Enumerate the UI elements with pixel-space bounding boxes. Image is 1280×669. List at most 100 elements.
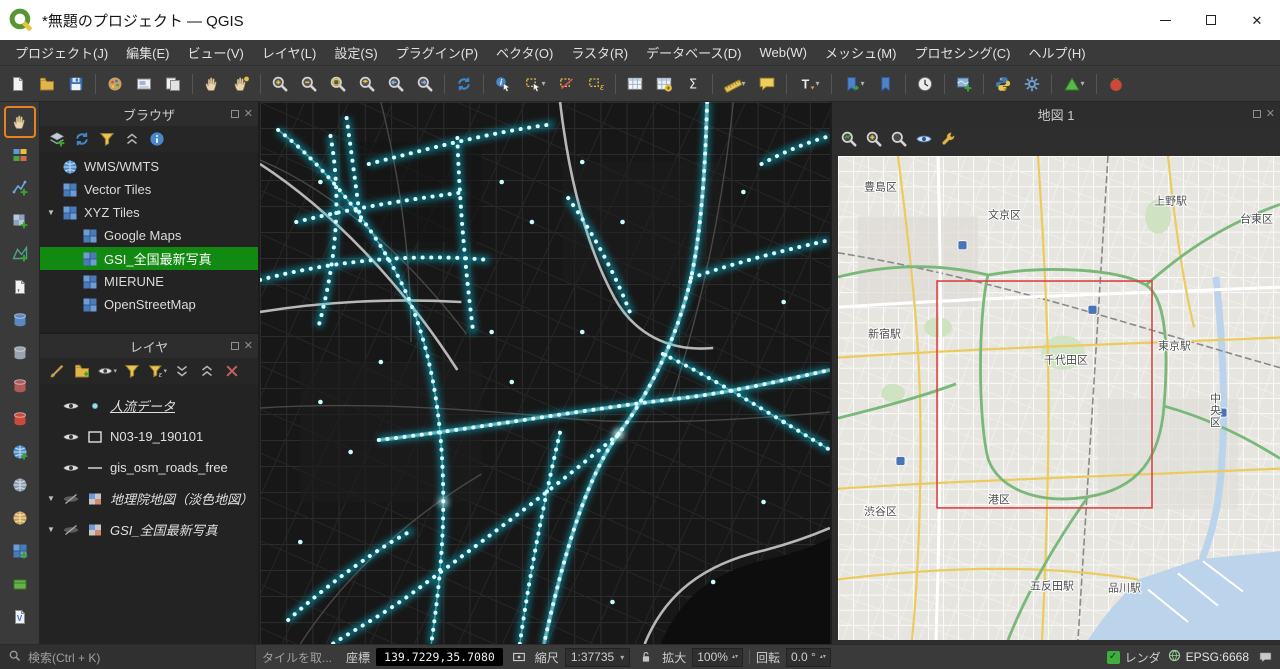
menu-item-11[interactable]: プロセシング(C): [905, 39, 1019, 66]
select-by-expression-icon[interactable]: ε: [582, 70, 610, 98]
layer-item-roads[interactable]: gis_osm_roads_free: [40, 452, 258, 483]
menu-item-12[interactable]: ヘルプ(H): [1020, 39, 1095, 66]
show-layers-minimap-icon[interactable]: [913, 128, 935, 150]
layer-item-gsi-photo-layer[interactable]: ▼ GSI_全国最新写真: [40, 514, 258, 545]
chevron-down-icon[interactable]: ▾: [1080, 79, 1084, 88]
minimize-button[interactable]: [1142, 0, 1188, 40]
float-panel-icon[interactable]: [230, 342, 239, 350]
new-bookmark-icon[interactable]: ▾: [837, 70, 871, 98]
temporal-controller-icon[interactable]: [911, 70, 939, 98]
add-delimited-text-icon[interactable]: ,: [6, 273, 34, 301]
add-raster-layer-icon[interactable]: [6, 207, 34, 235]
add-xyz-icon[interactable]: [6, 537, 34, 565]
close-button[interactable]: ✕: [1234, 0, 1280, 40]
collapse-all-icon[interactable]: [196, 360, 218, 382]
zoom-last-icon[interactable]: [382, 70, 410, 98]
open-attribute-table-icon[interactable]: [621, 70, 649, 98]
filter-legend-icon[interactable]: [121, 360, 143, 382]
layer-styling-icon[interactable]: [46, 360, 68, 382]
pan-tool-icon[interactable]: [3, 106, 36, 138]
close-panel-icon[interactable]: ✕: [244, 108, 253, 120]
zoom-full-minimap-icon[interactable]: [838, 128, 860, 150]
add-postgis-icon[interactable]: [6, 306, 34, 334]
add-group-icon[interactable]: [71, 360, 93, 382]
collapse-icon[interactable]: ▼: [46, 208, 56, 217]
float-panel-icon[interactable]: [1252, 110, 1261, 118]
layer-expander-icon[interactable]: ▼: [46, 525, 56, 534]
layer-visibility-toggle[interactable]: [62, 459, 80, 477]
menu-item-9[interactable]: Web(W): [751, 41, 816, 64]
menu-item-10[interactable]: メッシュ(M): [816, 39, 906, 66]
remove-layer-icon[interactable]: [221, 360, 243, 382]
coordinate-input[interactable]: 139.7229,35.7080: [376, 648, 503, 666]
zoom-full-icon[interactable]: [324, 70, 352, 98]
layer-visibility-toggle[interactable]: [62, 428, 80, 446]
processing-toolbox-icon[interactable]: [1018, 70, 1046, 98]
lock-scale-button[interactable]: [636, 647, 656, 667]
browser-item-gsi-photo[interactable]: GSI_全国最新写真: [40, 247, 258, 270]
measure-icon[interactable]: ▾: [718, 70, 752, 98]
float-panel-icon[interactable]: [230, 110, 239, 118]
crs-button[interactable]: EPSG:6668: [1167, 648, 1249, 666]
layer-visibility-toggle[interactable]: [62, 521, 80, 539]
browser-item-mierune[interactable]: MIERUNE: [40, 270, 258, 293]
plugin-icon-icon[interactable]: [1102, 70, 1130, 98]
add-spatialite-icon[interactable]: [6, 339, 34, 367]
layer-expander-icon[interactable]: ▼: [46, 494, 56, 503]
select-features-icon[interactable]: ▾: [518, 70, 552, 98]
browser-item-openstreetmap[interactable]: OpenStreetMap: [40, 293, 258, 316]
layer-item-gsi-pale[interactable]: ▼ 地理院地図（淡色地図）: [40, 483, 258, 514]
menu-item-4[interactable]: 設定(S): [325, 39, 386, 66]
map-tips-icon[interactable]: [753, 70, 781, 98]
menu-item-5[interactable]: プラグイン(P): [387, 39, 487, 66]
chevron-down-icon[interactable]: ▾: [113, 367, 117, 375]
collapse-all-browser-icon[interactable]: [121, 128, 143, 150]
layout-manager-icon[interactable]: [159, 70, 187, 98]
python-console-icon[interactable]: [989, 70, 1017, 98]
browser-item-xyz-tiles[interactable]: ▼ XYZ Tiles: [40, 201, 258, 224]
grass-tools-icon[interactable]: ▾: [1057, 70, 1091, 98]
messages-button[interactable]: [1255, 647, 1275, 667]
scale-combo[interactable]: 1:37735 ▾: [564, 647, 631, 667]
layer-visibility-toggle[interactable]: [62, 490, 80, 508]
add-wfs-icon[interactable]: [6, 504, 34, 532]
menu-item-2[interactable]: ビュー(V): [179, 39, 253, 66]
menu-item-1[interactable]: 編集(E): [117, 39, 178, 66]
close-panel-icon[interactable]: ✕: [1266, 108, 1275, 120]
layer-item-jinryu[interactable]: 人流データ: [40, 390, 258, 421]
menu-item-7[interactable]: ラスタ(R): [562, 39, 637, 66]
zoom-in-icon[interactable]: [266, 70, 294, 98]
layer-visibility-toggle[interactable]: [62, 397, 80, 415]
zoom-next-icon[interactable]: [411, 70, 439, 98]
magnifier-spin[interactable]: 100% ▴▾: [692, 647, 743, 667]
menu-item-6[interactable]: ベクタ(O): [487, 39, 562, 66]
browser-item-google-maps[interactable]: Google Maps: [40, 224, 258, 247]
extent-toggle-button[interactable]: [509, 647, 529, 667]
browser-item-wms-wmts[interactable]: WMS/WMTS: [40, 155, 258, 178]
search-input[interactable]: 検索(Ctrl + K): [0, 645, 256, 669]
layer-item-n03[interactable]: N03-19_190101: [40, 421, 258, 452]
browser-item-vector-tiles[interactable]: Vector Tiles: [40, 178, 258, 201]
overview-map[interactable]: 豊島区 文京区 上野駅 台東区 新宿駅 千代田区 東京駅 中央区 港区 渋谷区 五反田駅 品川駅: [838, 156, 1280, 640]
add-wms-icon[interactable]: [6, 438, 34, 466]
filter-expression-icon[interactable]: ε ▾: [146, 360, 168, 382]
render-checkbox[interactable]: ✓ レンダ: [1106, 649, 1161, 666]
style-manager-icon[interactable]: [101, 70, 129, 98]
menu-item-0[interactable]: プロジェクト(J): [6, 39, 117, 66]
refresh-browser-icon[interactable]: [71, 128, 93, 150]
new-map-view-icon[interactable]: [950, 70, 978, 98]
minimap-settings-icon[interactable]: [938, 128, 960, 150]
chevron-down-icon[interactable]: ▾: [741, 79, 745, 88]
rotation-spin[interactable]: 0.0 ° ▴▾: [785, 647, 831, 667]
menu-item-8[interactable]: データベース(D): [637, 39, 750, 66]
statistics-icon[interactable]: Σ: [679, 70, 707, 98]
add-vector-layer-icon[interactable]: [6, 174, 34, 202]
add-oracle-icon[interactable]: [6, 405, 34, 433]
spinner-arrows-icon[interactable]: ▴▾: [820, 654, 826, 660]
add-selected-layers-icon[interactable]: [46, 128, 68, 150]
zoom-out-icon[interactable]: [295, 70, 323, 98]
expand-all-icon[interactable]: [171, 360, 193, 382]
deselect-all-icon[interactable]: [553, 70, 581, 98]
pan-map-icon[interactable]: [198, 70, 226, 98]
field-calculator-icon[interactable]: [650, 70, 678, 98]
